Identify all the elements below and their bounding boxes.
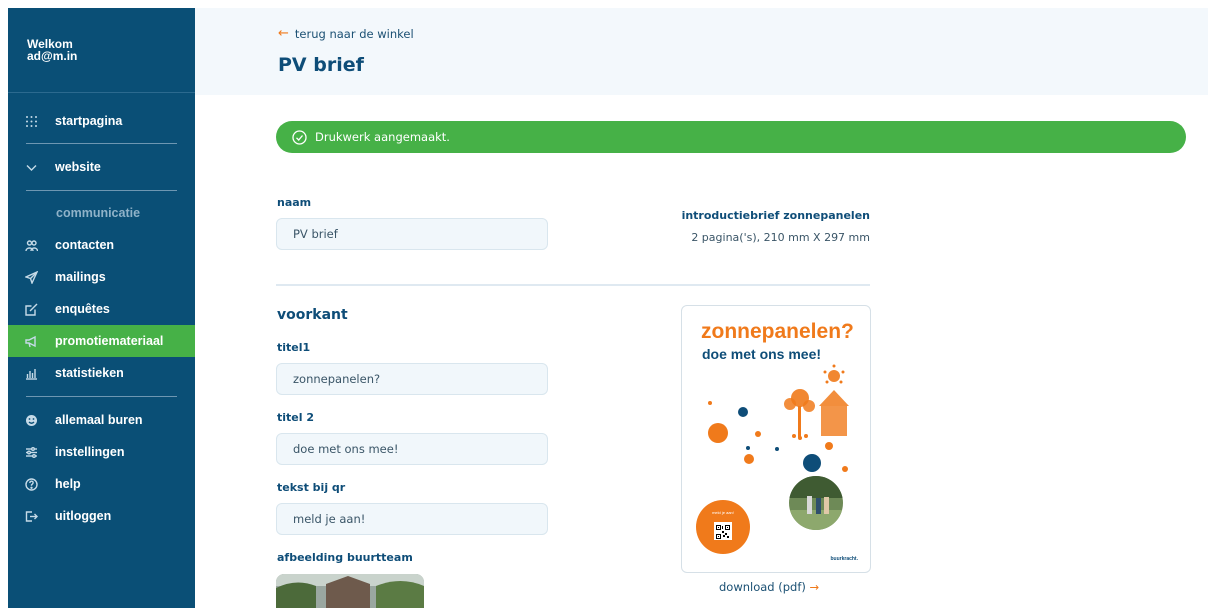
sidebar-item-instellingen[interactable]: instellingen	[8, 436, 195, 468]
letter-preview: zonnepanelen? doe met ons mee! meld je a…	[681, 305, 871, 573]
product-title: introductiebrief zonnepanelen	[681, 209, 870, 222]
user-email: ad@m.in	[27, 49, 78, 63]
name-label: naam	[277, 196, 312, 209]
logout-icon	[8, 510, 55, 523]
success-alert: Drukwerk aangemaakt.	[276, 121, 1186, 153]
sidebar-item-uitloggen[interactable]: uitloggen	[8, 500, 195, 532]
title2-label: titel 2	[277, 411, 315, 424]
back-link[interactable]: ← terug naar de winkel	[278, 26, 414, 41]
sidebar-item-label: startpagina	[55, 114, 123, 128]
edit-box-icon	[8, 303, 55, 316]
front-section-title: voorkant	[277, 307, 348, 323]
title1-input[interactable]: zonnepanelen?	[276, 363, 548, 395]
sidebar-item-label: contacten	[55, 238, 115, 252]
download-pdf-link[interactable]: download (pdf) →	[719, 580, 819, 594]
qr-code-icon	[714, 522, 732, 540]
sidebar-item-label: allemaal buren	[55, 413, 143, 427]
title2-input[interactable]: doe met ons mee!	[276, 433, 548, 465]
sidebar-item-label: enquêtes	[55, 302, 110, 316]
alert-message: Drukwerk aangemaakt.	[315, 130, 450, 144]
smiley-icon	[8, 414, 55, 427]
sidebar-item-label: uitloggen	[55, 509, 112, 523]
sidebar: Welkom ad@m.in startpagina website commu…	[8, 8, 195, 608]
paper-plane-icon	[8, 270, 55, 284]
back-link-label: terug naar de winkel	[294, 26, 414, 41]
product-details: 2 pagina('s), 210 mm X 297 mm	[691, 231, 870, 244]
arrow-left-icon: ←	[278, 26, 289, 41]
grid-dots-icon	[8, 115, 55, 128]
sidebar-item-help[interactable]: help	[8, 468, 195, 500]
sidebar-item-label: statistieken	[55, 366, 124, 380]
qr-text-input[interactable]: meld je aan!	[276, 503, 548, 535]
question-icon	[8, 477, 55, 491]
sidebar-item-label: help	[55, 477, 81, 491]
team-image-thumbnail[interactable]	[276, 574, 424, 608]
check-circle-icon	[292, 129, 307, 145]
preview-qr-badge: meld je aan!	[696, 500, 750, 554]
preview-team-photo	[789, 476, 843, 530]
sidebar-item-enquetes[interactable]: enquêtes	[8, 293, 195, 325]
sidebar-item-contacten[interactable]: contacten	[8, 229, 195, 261]
name-input[interactable]: PV brief	[276, 218, 548, 250]
sliders-icon	[8, 446, 55, 459]
section-divider	[276, 284, 870, 286]
arrow-right-icon: →	[809, 580, 820, 594]
users-icon	[8, 239, 55, 252]
title1-label: titel1	[277, 341, 311, 354]
sidebar-item-label: mailings	[55, 270, 106, 284]
sidebar-item-website[interactable]: website	[8, 151, 195, 183]
qr-text-label: tekst bij qr	[277, 481, 346, 494]
megaphone-icon	[8, 335, 55, 348]
sidebar-item-label: promotiemateriaal	[55, 334, 164, 348]
chevron-down-icon	[8, 161, 55, 174]
page-title: PV brief	[278, 54, 364, 76]
download-label: download (pdf)	[719, 580, 806, 594]
sidebar-item-label: website	[55, 160, 101, 174]
welcome-block: Welkom ad@m.in	[8, 8, 195, 93]
team-image-label: afbeelding buurtteam	[277, 551, 413, 564]
sidebar-item-mailings[interactable]: mailings	[8, 261, 195, 293]
sidebar-item-statistieken[interactable]: statistieken	[8, 357, 195, 389]
sidebar-item-promotiemateriaal[interactable]: promotiemateriaal	[8, 325, 195, 357]
sidebar-item-allemaal-buren[interactable]: allemaal buren	[8, 404, 195, 436]
bar-chart-icon	[8, 367, 55, 380]
page-header: ← terug naar de winkel PV brief	[195, 8, 1208, 95]
sidebar-item-startpagina[interactable]: startpagina	[8, 105, 195, 137]
preview-qr-text: meld je aan!	[712, 510, 734, 515]
section-label-communicatie: communicatie	[56, 206, 141, 220]
preview-brand-logo: buurkracht.	[830, 556, 858, 562]
sidebar-item-label: instellingen	[55, 445, 125, 459]
